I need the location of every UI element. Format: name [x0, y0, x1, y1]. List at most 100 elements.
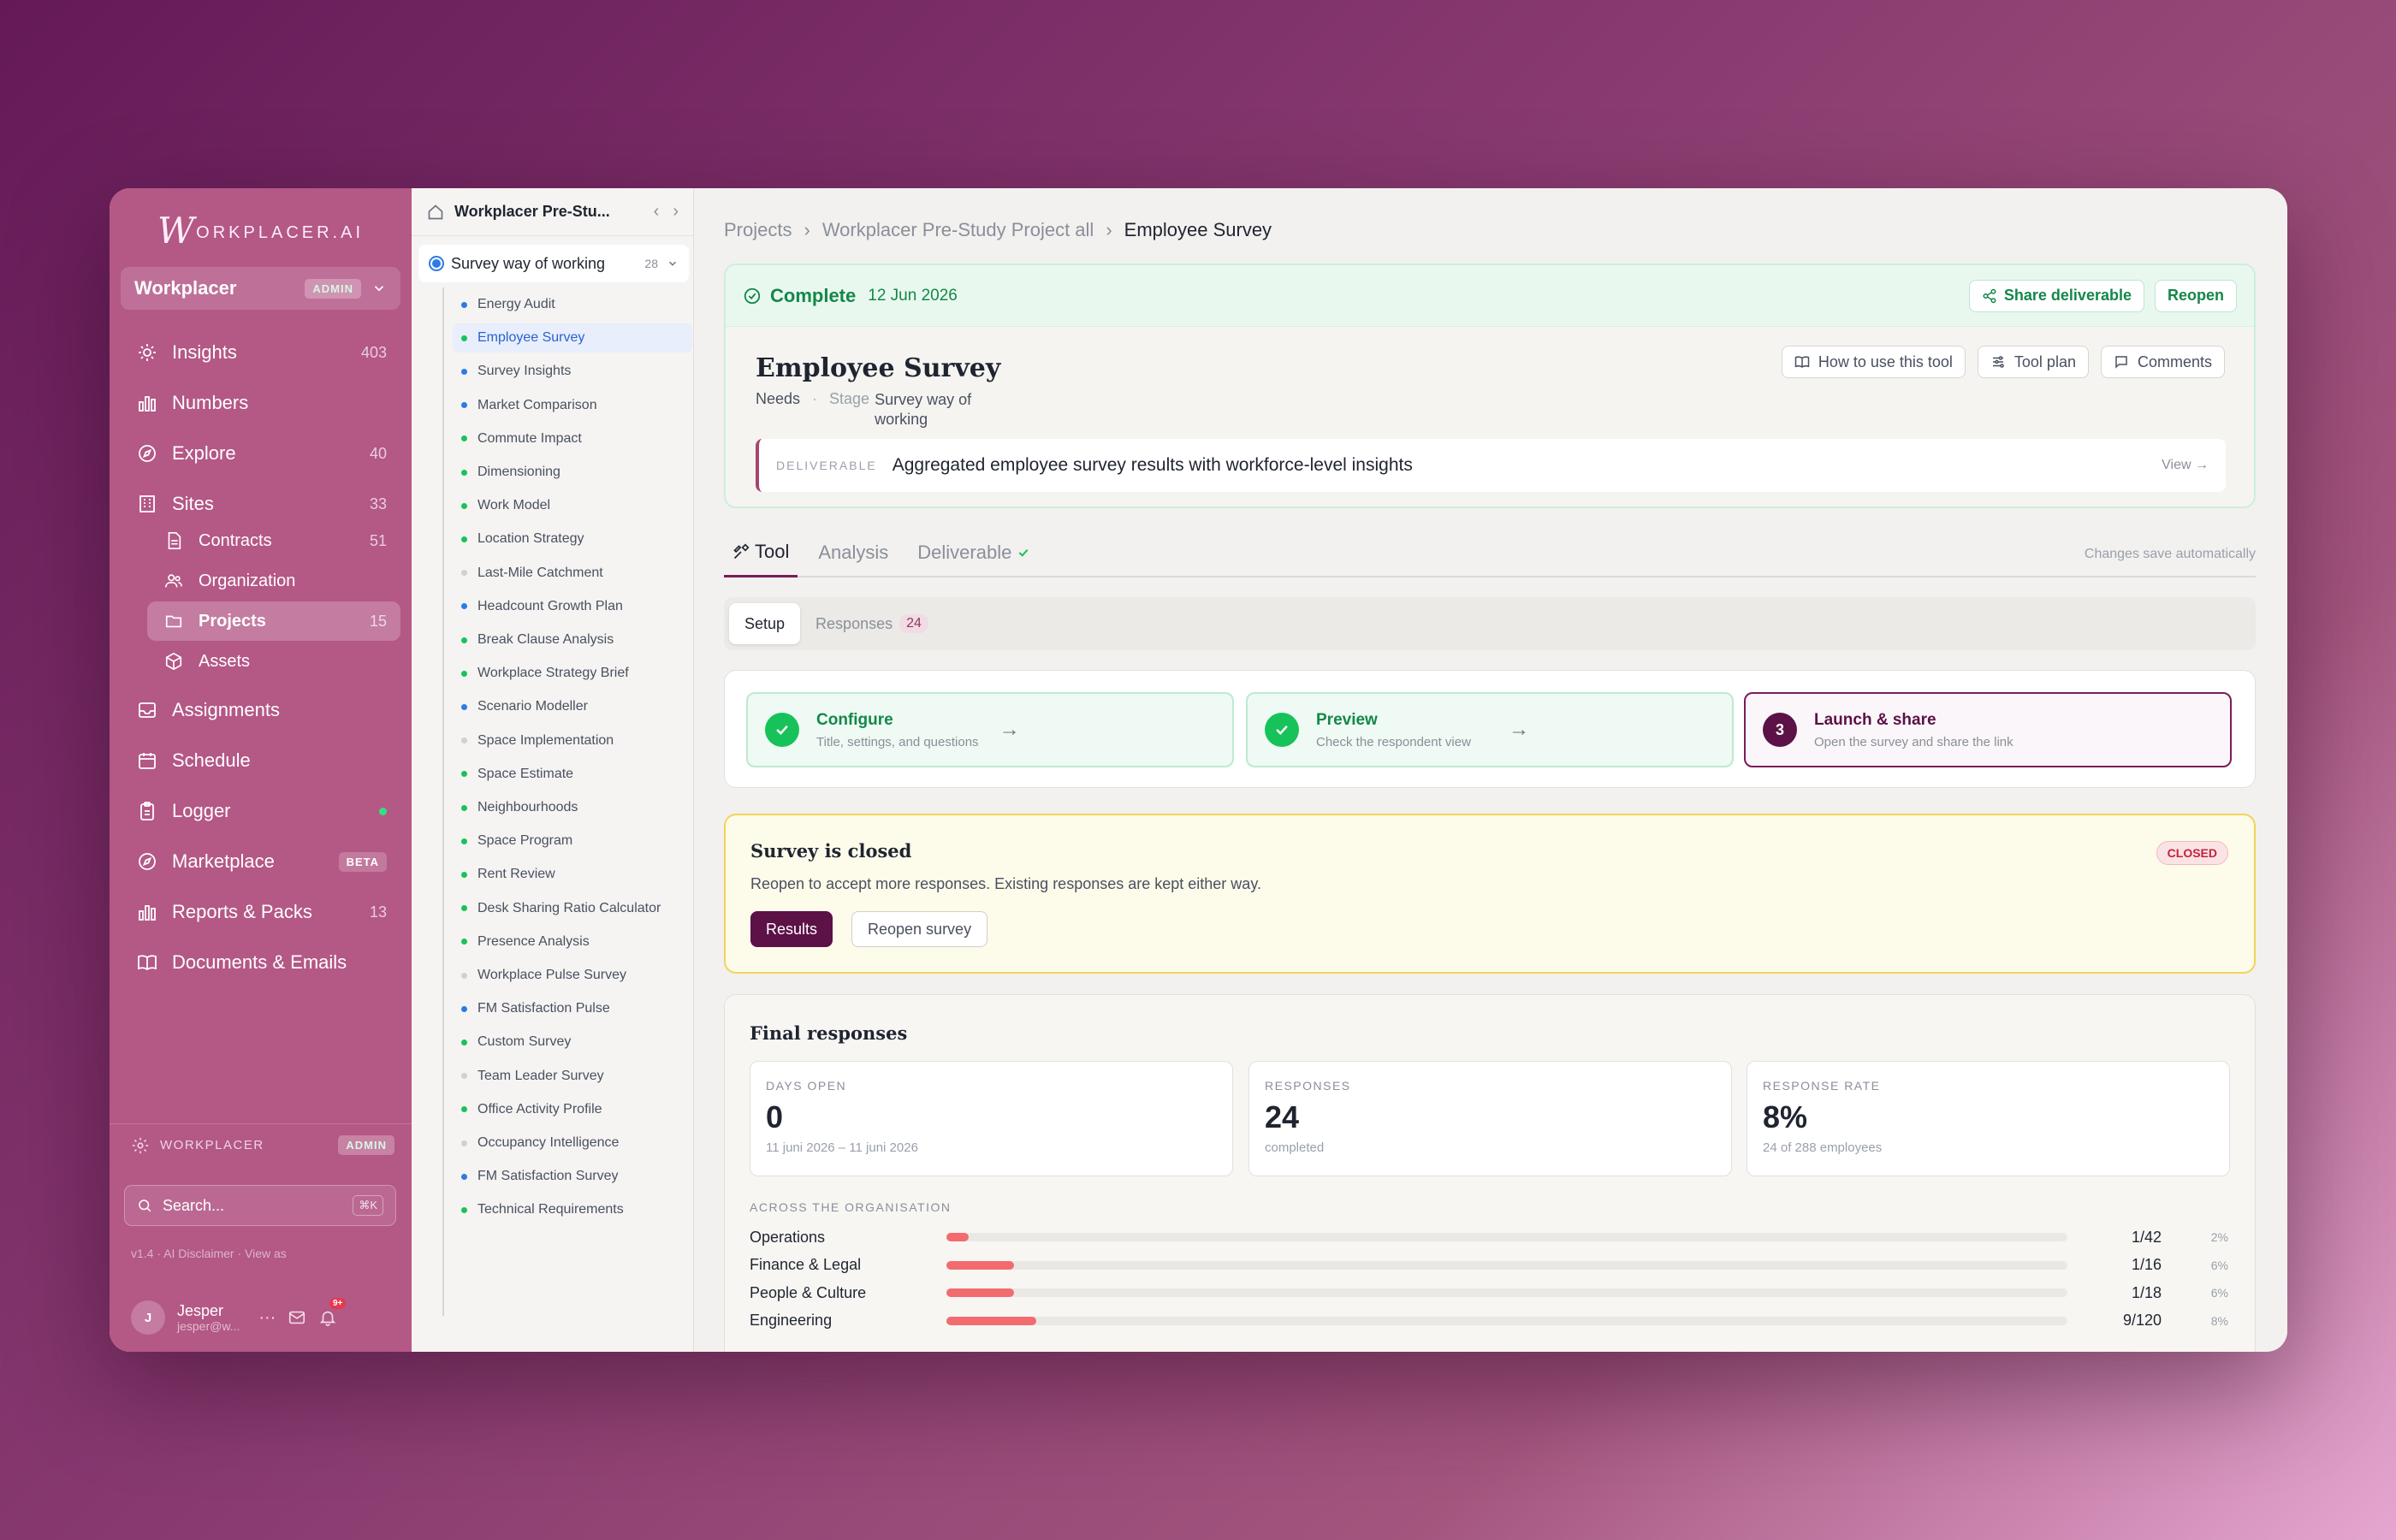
nav-contracts[interactable]: Contracts 51 — [147, 521, 400, 560]
tree-item[interactable]: Rent Review — [453, 860, 692, 889]
share-deliverable-button[interactable]: Share deliverable — [1968, 279, 2144, 312]
tree-item[interactable]: Employee Survey — [453, 323, 692, 353]
step-launch-share[interactable]: 3 Launch & share Open the survey and shar… — [1744, 692, 2232, 767]
tree-group-survey[interactable]: Survey way of working 28 — [418, 245, 689, 282]
closed-text: Reopen to accept more responses. Existin… — [750, 875, 1261, 892]
breadcrumb-projects[interactable]: Projects — [724, 219, 792, 241]
nav-explore[interactable]: Explore 40 — [121, 432, 400, 475]
breadcrumb: Projects › Workplacer Pre-Study Project … — [724, 219, 1272, 241]
tree-item[interactable]: Desk Sharing Ratio Calculator — [453, 894, 692, 923]
tool-plan-button[interactable]: Tool plan — [1977, 346, 2089, 378]
tree-item[interactable]: Neighbourhoods — [453, 793, 692, 822]
tree-item-label: Presence Analysis — [477, 933, 590, 949]
deliverable-view-link[interactable]: View → — [2162, 458, 2209, 473]
tree-item[interactable]: Last-Mile Catchment — [453, 559, 692, 588]
tree-item[interactable]: Office Activity Profile — [453, 1095, 692, 1124]
tree-item[interactable]: Energy Audit — [453, 290, 692, 319]
tree-item[interactable]: FM Satisfaction Pulse — [453, 994, 692, 1023]
stage-value-line-2: working — [875, 410, 928, 428]
user-profile[interactable]: J Jesper jesper@w... ··· 9+ — [131, 1292, 388, 1343]
stat-value: 24 — [1265, 1099, 1300, 1134]
tree-item[interactable]: Scenario Modeller — [453, 692, 692, 721]
tree-item[interactable]: Presence Analysis — [453, 927, 692, 957]
status-dot-icon — [461, 939, 467, 945]
footer-workspace[interactable]: WORKPLACER ADMIN — [131, 1135, 394, 1155]
home-icon[interactable] — [427, 204, 444, 221]
tab-analysis[interactable]: Analysis — [810, 542, 897, 576]
tree-item[interactable]: Space Program — [453, 826, 692, 856]
arrow-right-icon: → — [999, 718, 1020, 741]
tree-item[interactable]: Team Leader Survey — [453, 1062, 692, 1091]
nav-logger[interactable]: Logger — [121, 790, 400, 832]
arrow-right-icon: → — [1508, 718, 1529, 741]
check-icon — [765, 713, 799, 747]
comments-button[interactable]: Comments — [2100, 346, 2225, 378]
online-status-dot — [379, 807, 387, 815]
search-input[interactable]: Search... ⌘K — [124, 1185, 396, 1226]
nav-marketplace[interactable]: Marketplace BETA — [121, 840, 400, 883]
tree-item[interactable]: FM Satisfaction Survey — [453, 1162, 692, 1191]
step-configure[interactable]: Configure Title, settings, and questions … — [746, 692, 1234, 767]
tree-item[interactable]: Space Implementation — [453, 726, 692, 755]
tree-item[interactable]: Break Clause Analysis — [453, 625, 692, 654]
reopen-button[interactable]: Reopen — [2154, 279, 2237, 312]
nav-reports[interactable]: Reports & Packs 13 — [121, 891, 400, 933]
tree-item[interactable]: Technical Requirements — [453, 1195, 692, 1224]
tree-item[interactable]: Commute Impact — [453, 424, 692, 453]
step-subtitle: Check the respondent view — [1316, 734, 1471, 749]
nav-schedule[interactable]: Schedule — [121, 739, 400, 782]
bell-icon[interactable]: 9+ — [318, 1298, 347, 1327]
admin-badge: ADMIN — [305, 278, 361, 299]
project-title[interactable]: Workplacer Pre-Stu... — [454, 203, 640, 221]
results-button[interactable]: Results — [750, 911, 833, 947]
workspace-switcher[interactable]: Workplacer ADMIN — [121, 267, 400, 310]
stat-key: DAYS OPEN — [766, 1079, 847, 1093]
chevron-right-icon[interactable]: › — [673, 202, 679, 222]
mail-icon[interactable] — [288, 1308, 306, 1327]
tree-item[interactable]: Location Strategy — [453, 524, 692, 554]
nav-insights[interactable]: Insights 403 — [121, 331, 400, 374]
search-placeholder: Search... — [163, 1196, 225, 1214]
progress-track — [946, 1288, 2067, 1297]
tab-deliverable[interactable]: Deliverable — [909, 542, 1039, 576]
breadcrumb-project[interactable]: Workplacer Pre-Study Project all — [822, 219, 1094, 241]
how-to-use-button[interactable]: How to use this tool — [1781, 346, 1966, 378]
tree-item-label: Survey Insights — [477, 364, 572, 379]
subtab-responses[interactable]: Responses 24 — [800, 603, 944, 644]
tree-item[interactable]: Occupancy Intelligence — [453, 1128, 692, 1158]
tree-item[interactable]: Workplace Pulse Survey — [453, 961, 692, 990]
tree-item[interactable]: Market Comparison — [453, 391, 692, 420]
version-line[interactable]: v1.4 · AI Disclaimer · View as — [131, 1247, 287, 1260]
nav-sites[interactable]: Sites 33 — [121, 483, 400, 525]
avatar[interactable]: J — [131, 1300, 165, 1335]
tree-item[interactable]: Headcount Growth Plan — [453, 592, 692, 621]
subtab-setup[interactable]: Setup — [729, 603, 801, 644]
survey-closed-banner: Survey is closed Reopen to accept more r… — [724, 814, 2256, 974]
tree-item[interactable]: Work Model — [453, 491, 692, 520]
chevron-left-icon[interactable]: ‹ — [654, 202, 660, 222]
tab-tool[interactable]: Tool — [724, 541, 798, 578]
nav-count: 33 — [369, 495, 387, 512]
tree-item[interactable]: Space Estimate — [453, 760, 692, 789]
tree-item[interactable]: Dimensioning — [453, 458, 692, 487]
step-preview[interactable]: Preview Check the respondent view → — [1246, 692, 1734, 767]
nav-documents[interactable]: Documents & Emails — [121, 941, 400, 984]
nav-assets[interactable]: Assets — [147, 642, 400, 681]
reopen-survey-button[interactable]: Reopen survey — [851, 911, 988, 947]
nav-numbers[interactable]: Numbers — [121, 382, 400, 424]
status-dot-icon — [461, 1106, 467, 1113]
stat-value: 8% — [1763, 1099, 1808, 1134]
nav-organization[interactable]: Organization — [147, 561, 400, 601]
tree-item[interactable]: Workplace Strategy Brief — [453, 659, 692, 688]
nav-assignments[interactable]: Assignments — [121, 689, 400, 732]
app-logo[interactable]: W ORKPLACER.AI — [110, 210, 412, 252]
department-row: People & Culture 1/18 6% — [750, 1282, 2230, 1304]
tree-item[interactable]: Survey Insights — [453, 357, 692, 386]
more-icon[interactable]: ··· — [258, 1308, 276, 1328]
check-icon — [1017, 546, 1030, 560]
building-icon — [134, 491, 160, 517]
nav-projects[interactable]: Projects 15 — [147, 601, 400, 641]
book-icon — [134, 950, 160, 975]
tree-item[interactable]: Custom Survey — [453, 1028, 692, 1057]
status-dot-icon — [461, 670, 467, 677]
